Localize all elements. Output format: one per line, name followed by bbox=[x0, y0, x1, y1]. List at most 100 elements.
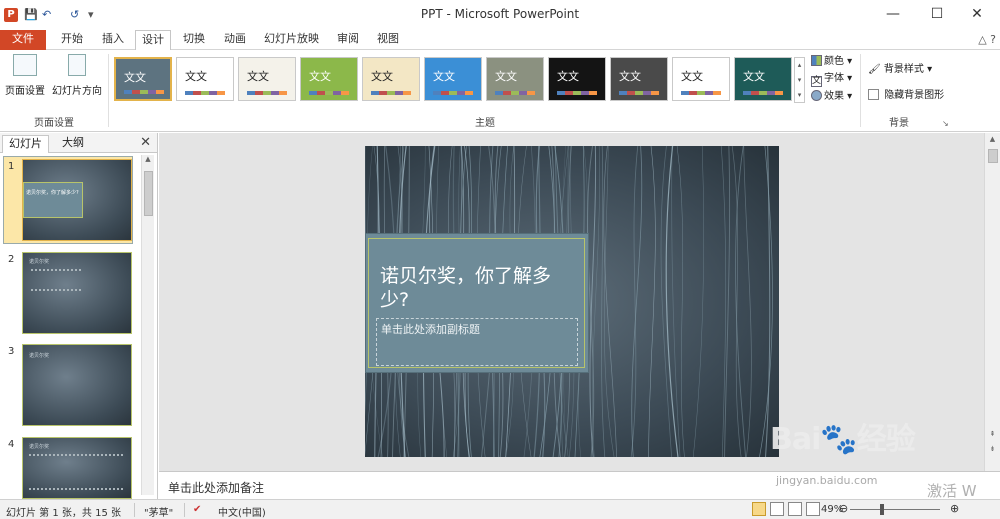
close-button[interactable]: ✕ bbox=[962, 4, 992, 24]
theme-tile-2[interactable]: 文文 bbox=[176, 57, 234, 101]
maximize-button[interactable]: ☐ bbox=[922, 4, 952, 24]
page-setup-group-label: 页面设置 bbox=[34, 118, 74, 129]
normal-view-icon[interactable] bbox=[752, 502, 766, 516]
slide-vertical-scrollbar[interactable]: ▲ ⇞ ⇟ bbox=[984, 133, 1000, 471]
themes-gallery-scroll[interactable]: ▴ ▾ ▾ bbox=[794, 57, 805, 103]
theme-effects-button[interactable]: 效果 ▾ bbox=[811, 89, 852, 104]
background-dialog-launcher-icon[interactable]: ↘ bbox=[942, 119, 949, 128]
background-styles-label: 背景样式 bbox=[883, 64, 924, 75]
theme-tile-label: 文文 bbox=[495, 70, 517, 83]
scroll-thumb[interactable] bbox=[144, 171, 153, 216]
theme-color-swatches bbox=[557, 91, 597, 95]
theme-color-swatches bbox=[247, 91, 287, 95]
checkbox-icon bbox=[868, 89, 879, 100]
tab-transitions[interactable]: 切换 bbox=[177, 30, 211, 50]
page-setup-button[interactable]: 页面设置 bbox=[4, 54, 46, 97]
tab-design[interactable]: 设计 bbox=[135, 30, 171, 51]
theme-tile-4[interactable]: 文文 bbox=[300, 57, 358, 101]
group-separator bbox=[108, 54, 109, 127]
thatch-line bbox=[743, 146, 752, 457]
theme-color-swatches bbox=[619, 91, 659, 95]
tab-slideshow[interactable]: 幻灯片放映 bbox=[258, 30, 325, 50]
hide-background-graphics-checkbox[interactable]: 隐藏背景图形 bbox=[868, 88, 944, 103]
theme-tile-11[interactable]: 文文 bbox=[734, 57, 792, 101]
theme-colors-button[interactable]: 颜色 ▾ bbox=[811, 54, 852, 69]
theme-tile-5[interactable]: 文文 bbox=[362, 57, 420, 101]
minimize-button[interactable]: — bbox=[878, 4, 908, 24]
fonts-icon: 文 bbox=[811, 76, 822, 87]
slide-thumb-3[interactable]: 诺贝尔奖 bbox=[22, 344, 132, 426]
scroll-thumb[interactable] bbox=[988, 149, 998, 163]
hide-background-graphics-label: 隐藏背景图形 bbox=[884, 90, 945, 101]
title-placeholder-box[interactable]: 诺贝尔奖，你了解多少? 单击此处添加副标题 bbox=[365, 233, 589, 373]
thatch-line bbox=[692, 146, 704, 457]
tab-file[interactable]: 文件 bbox=[0, 30, 46, 50]
theme-name-status[interactable]: "茅草" bbox=[144, 504, 173, 519]
reading-view-icon[interactable] bbox=[788, 502, 802, 516]
tab-outline[interactable]: 大纲 bbox=[56, 135, 90, 153]
theme-tile-label: 文文 bbox=[185, 70, 207, 83]
theme-fonts-button[interactable]: 文字体 ▾ bbox=[811, 71, 852, 87]
title-bar: P 💾 ↶ ↺ ▾ PPT - Microsoft PowerPoint — ☐… bbox=[0, 0, 1000, 30]
theme-tile-3[interactable]: 文文 bbox=[238, 57, 296, 101]
spell-check-icon[interactable]: ✔ bbox=[193, 504, 201, 515]
theme-tile-8[interactable]: 文文 bbox=[548, 57, 606, 101]
slides-panel-scrollbar[interactable]: ▲ bbox=[141, 155, 154, 495]
slide-sorter-view-icon[interactable] bbox=[770, 502, 784, 516]
slide-title[interactable]: 诺贝尔奖，你了解多少? bbox=[380, 264, 580, 312]
help-icon[interactable]: △ ? bbox=[978, 33, 996, 46]
theme-tile-9[interactable]: 文文 bbox=[610, 57, 668, 101]
subtitle-placeholder[interactable]: 单击此处添加副标题 bbox=[376, 318, 578, 366]
slides-panel-tabs: 幻灯片 大纲 ✕ bbox=[0, 133, 157, 153]
tab-view[interactable]: 视图 bbox=[371, 30, 405, 50]
theme-color-swatches bbox=[371, 91, 411, 95]
slideshow-view-icon[interactable] bbox=[806, 502, 820, 516]
tab-insert[interactable]: 插入 bbox=[96, 30, 130, 50]
slide-count-status: 幻灯片 第 1 张，共 15 张 bbox=[6, 508, 121, 519]
theme-tile-label: 文文 bbox=[309, 70, 331, 83]
theme-tile-label: 文文 bbox=[433, 70, 455, 83]
window-title: PPT - Microsoft PowerPoint bbox=[420, 7, 580, 21]
tab-home[interactable]: 开始 bbox=[55, 30, 89, 50]
theme-tile-1[interactable]: 文文 bbox=[114, 57, 172, 101]
activate-windows-watermark: 激活 W bbox=[927, 482, 977, 500]
slide-thumb-title: 诺贝尔奖，你了解多少? bbox=[26, 190, 79, 196]
thatch-line bbox=[603, 146, 617, 457]
slide-thumb-number: 3 bbox=[8, 346, 15, 357]
background-group-label: 背景 bbox=[889, 118, 909, 129]
group-separator bbox=[860, 54, 861, 127]
thatch-line bbox=[665, 146, 679, 457]
theme-tile-10[interactable]: 文文 bbox=[672, 57, 730, 101]
tab-review[interactable]: 审阅 bbox=[331, 30, 365, 50]
zoom-slider[interactable] bbox=[850, 509, 940, 510]
thatch-line bbox=[759, 146, 773, 457]
theme-tile-label: 文文 bbox=[124, 71, 146, 84]
theme-fonts-label: 字体 bbox=[824, 73, 844, 84]
baidu-jingyan-watermark-logo: Bai🐾经验 bbox=[770, 422, 916, 457]
slide-thumb-4[interactable]: 诺贝尔奖 bbox=[22, 437, 132, 499]
tab-animations[interactable]: 动画 bbox=[218, 30, 252, 50]
slide-orientation-icon bbox=[68, 54, 86, 76]
theme-color-swatches bbox=[681, 91, 721, 95]
language-status[interactable]: 中文(中国) bbox=[218, 504, 266, 519]
slide-thumb-title: 诺贝尔奖 bbox=[29, 353, 50, 359]
notes-placeholder[interactable]: 单击此处添加备注 bbox=[168, 479, 264, 496]
theme-tile-7[interactable]: 文文 bbox=[486, 57, 544, 101]
thatch-line bbox=[676, 146, 685, 457]
slide-thumb-1[interactable]: 诺贝尔奖，你了解多少? bbox=[22, 159, 132, 241]
slide-thumb-title: 诺贝尔奖 bbox=[29, 444, 50, 450]
zoom-out-icon[interactable]: ⊖ bbox=[839, 502, 848, 515]
theme-effects-label: 效果 bbox=[824, 91, 844, 102]
themes-group-label: 主题 bbox=[475, 118, 495, 129]
tab-slides[interactable]: 幻灯片 bbox=[2, 135, 49, 153]
background-styles-button[interactable]: 🖌 背景样式 ▾ bbox=[868, 62, 932, 77]
slide-thumb-2[interactable]: 诺贝尔奖 bbox=[22, 252, 132, 334]
slide-orientation-button[interactable]: 幻灯片方向 bbox=[50, 54, 104, 97]
ribbon: 页面设置 幻灯片方向 页面设置 文文 文文 文文 文文 文文 文文 文文 文文 文文 文文 文文 ▴… bbox=[0, 50, 1000, 132]
zoom-slider-knob[interactable] bbox=[880, 504, 884, 515]
zoom-in-icon[interactable]: ⊕ bbox=[950, 502, 959, 515]
close-panel-icon[interactable]: ✕ bbox=[140, 135, 151, 150]
slide[interactable]: 诺贝尔奖，你了解多少? 单击此处添加副标题 bbox=[365, 146, 779, 457]
theme-tile-label: 文文 bbox=[681, 70, 703, 83]
theme-tile-6[interactable]: 文文 bbox=[424, 57, 482, 101]
